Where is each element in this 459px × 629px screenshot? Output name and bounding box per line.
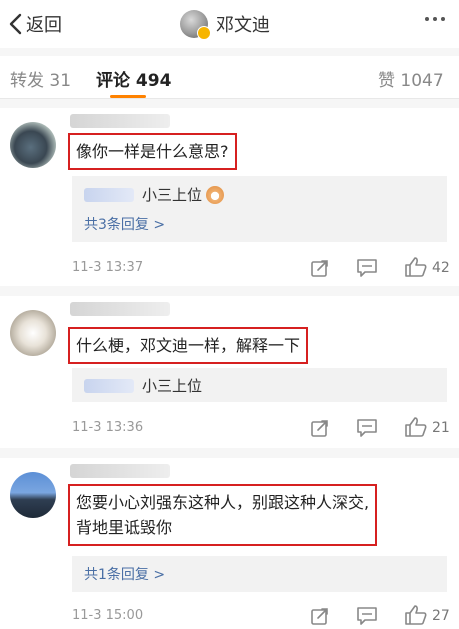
like-count: 42 (432, 260, 450, 276)
comment-time: 11-3 13:37 (72, 260, 144, 275)
page-title: 邓文迪 (216, 15, 270, 36)
tab-likes-count: 1047 (400, 71, 444, 91)
comment-icon[interactable] (356, 258, 378, 278)
comment-text: 什么梗，邓文迪一样，解释一下 (68, 327, 309, 364)
comment-text-content: 什么梗，邓文迪一样，解释一下 (76, 336, 301, 355)
avatar[interactable] (10, 310, 56, 356)
like-count: 27 (432, 608, 450, 624)
comment-icon[interactable] (356, 606, 378, 626)
reply-preview-box[interactable]: 小三上位 共3条回复 > (72, 176, 447, 242)
username[interactable] (70, 302, 170, 316)
like-icon[interactable] (404, 416, 428, 438)
comment-item: 什么梗，邓文迪一样，解释一下 小三上位 11-3 13:36 21 (0, 296, 459, 448)
back-button[interactable]: 返回 (8, 10, 62, 38)
tab-likes-label: 赞 (378, 71, 395, 91)
reply-preview: 小三上位 (84, 184, 225, 205)
profile-title[interactable]: 邓文迪 (180, 8, 270, 40)
like-icon[interactable] (404, 256, 428, 278)
avatar (180, 10, 211, 40)
tab-comments[interactable]: 评论 494 (96, 66, 171, 91)
reply-username (84, 378, 134, 393)
comment-text: 像你一样是什么意思? (68, 133, 237, 170)
like-count: 21 (432, 420, 450, 436)
comment-text: 您要小心刘强东这种人，别跟这种人深交, 背地里诋毁你 (68, 484, 378, 546)
reply-preview-box[interactable]: 共1条回复 > (72, 556, 447, 592)
comment-text-line: 背地里诋毁你 (76, 518, 173, 537)
tab-repost[interactable]: 转发 31 (10, 66, 71, 91)
reply-username (84, 187, 134, 202)
comment-item: 您要小心刘强东这种人，别跟这种人深交, 背地里诋毁你 共1条回复 > 11-3 … (0, 458, 459, 629)
comment-time: 11-3 13:36 (72, 420, 144, 435)
share-icon[interactable] (310, 258, 330, 278)
comment-text-line: 您要小心刘强东这种人，别跟这种人深交, (76, 493, 370, 512)
view-replies-link[interactable]: 共3条回复 > (84, 214, 165, 234)
like-icon[interactable] (404, 604, 428, 626)
comment-item: 像你一样是什么意思? 小三上位 共3条回复 > 11-3 13:37 42 (0, 108, 459, 286)
comment-time: 11-3 15:00 (72, 608, 144, 623)
avatar[interactable] (10, 472, 56, 518)
tab-bar: 转发 31 评论 494 赞 1047 (0, 56, 459, 99)
more-dots-icon[interactable] (425, 17, 445, 21)
tab-repost-label: 转发 (10, 71, 44, 91)
comment-icon[interactable] (356, 418, 378, 438)
username[interactable] (70, 114, 170, 128)
verified-badge-icon (197, 26, 211, 40)
back-label: 返回 (26, 15, 62, 36)
view-replies-link[interactable]: 共1条回复 > (84, 564, 165, 584)
comment-text-content: 像你一样是什么意思? (76, 142, 229, 161)
top-nav-bar: 返回 邓文迪 (0, 0, 459, 48)
emoji-icon (206, 185, 225, 204)
tab-comments-label: 评论 (96, 71, 130, 91)
share-icon[interactable] (310, 418, 330, 438)
reply-preview: 小三上位 (84, 375, 202, 396)
tab-comments-count: 494 (135, 71, 172, 91)
share-icon[interactable] (310, 606, 330, 626)
active-tab-indicator (110, 95, 146, 98)
reply-preview-box[interactable]: 小三上位 (72, 368, 447, 402)
username[interactable] (70, 464, 170, 478)
reply-text: 小三上位 (142, 377, 203, 395)
reply-text: 小三上位 (142, 186, 203, 204)
back-chevron-icon (9, 13, 22, 35)
avatar[interactable] (10, 122, 56, 168)
tab-repost-count: 31 (49, 71, 72, 91)
tab-likes[interactable]: 赞 1047 (378, 66, 444, 91)
